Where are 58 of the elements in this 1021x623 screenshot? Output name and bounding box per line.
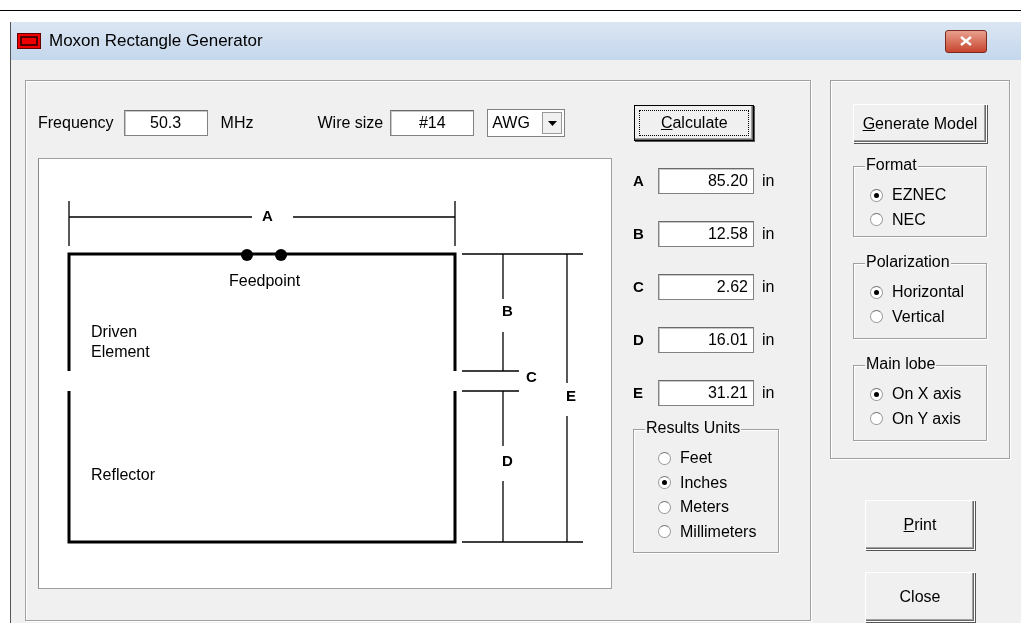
radio-label[interactable]: Millimeters: [680, 522, 757, 541]
feedpoint-label: Feedpoint: [229, 272, 301, 290]
unit-label: in: [762, 330, 775, 349]
reflector-label: Reflector: [91, 466, 156, 484]
dimension-label: A: [262, 207, 273, 224]
result-field[interactable]: 85.20: [658, 167, 754, 194]
radio-button[interactable]: [870, 188, 883, 202]
dimension-name: A: [633, 172, 645, 189]
frequency-field[interactable]: 50.3: [123, 110, 208, 136]
radio-button[interactable]: [658, 525, 671, 539]
app-icon: [17, 33, 41, 49]
unit-label: in: [762, 383, 775, 402]
result-field[interactable]: 2.62: [658, 273, 754, 300]
dimension-name: C: [633, 278, 645, 295]
radio-button[interactable]: [870, 387, 883, 401]
dimension-name: E: [633, 384, 644, 401]
radio-button[interactable]: [870, 213, 883, 227]
result-field[interactable]: 31.21: [658, 379, 754, 406]
dropdown-arrow-icon: [547, 120, 557, 126]
radio-label[interactable]: NEC: [892, 210, 926, 229]
radio-label[interactable]: Horizontal: [892, 283, 965, 302]
dimension-label: D: [502, 452, 513, 469]
dimension-name: D: [633, 331, 645, 348]
radio-label[interactable]: Meters: [680, 498, 729, 517]
print-button[interactable]: Print: [865, 500, 975, 550]
wire-size-field[interactable]: #14: [390, 110, 475, 136]
radio-label[interactable]: Vertical: [892, 307, 945, 326]
dimension-label: B: [502, 302, 513, 319]
unit-label: in: [762, 224, 775, 243]
radio-label[interactable]: EZNEC: [892, 186, 947, 205]
dimension-label: C: [526, 368, 537, 385]
radio-button[interactable]: [870, 310, 883, 324]
radio-button[interactable]: [870, 412, 883, 426]
close-button[interactable]: [945, 29, 987, 53]
window-title: Moxon Rectangle Generator: [49, 31, 263, 51]
driven-element-label: Driven Element: [91, 322, 151, 362]
dimension-name: B: [633, 225, 645, 242]
result-field[interactable]: 12.58: [658, 220, 754, 247]
radio-label[interactable]: On X axis: [892, 385, 962, 404]
radio-button[interactable]: [658, 451, 671, 465]
wire-size-label: Wire size: [317, 114, 384, 132]
calculate-button[interactable]: Calculate: [634, 105, 755, 141]
close-button[interactable]: Close: [865, 572, 975, 622]
result-field[interactable]: 16.01: [658, 326, 754, 353]
frequency-label: Frequency: [38, 114, 114, 132]
frequency-unit: MHz: [220, 114, 254, 132]
unit-label: in: [762, 277, 775, 296]
dimension-label: E: [566, 387, 576, 404]
radio-label[interactable]: Inches: [680, 473, 728, 492]
radio-button[interactable]: [658, 476, 671, 490]
radio-label[interactable]: Feet: [680, 449, 712, 468]
radio-label[interactable]: On Y axis: [892, 409, 961, 428]
unit-label: in: [762, 171, 775, 190]
radio-button[interactable]: [870, 285, 883, 299]
radio-button[interactable]: [658, 500, 671, 514]
unit-dropdown[interactable]: AWG: [487, 109, 566, 137]
generate-button[interactable]: Generate Model: [853, 104, 987, 143]
close-icon: [960, 36, 972, 46]
